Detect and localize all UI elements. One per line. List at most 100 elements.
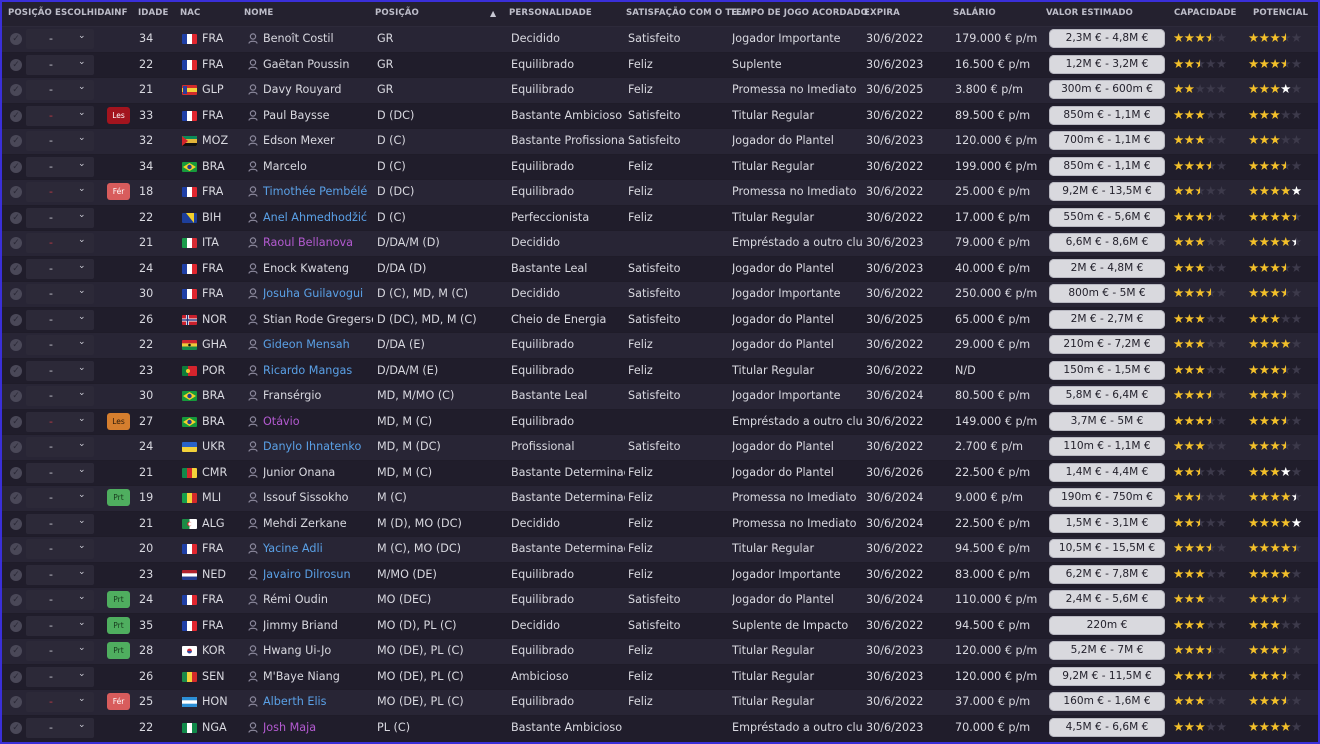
player-row[interactable]: ✓ - ⌄ 22 NGA Josh Maja PL (C) Bastante Ambicios… xyxy=(2,715,1318,741)
status-badge[interactable]: Prt xyxy=(107,591,130,608)
select-checkbox[interactable]: ✓ xyxy=(10,33,22,45)
position-select[interactable]: - ⌄ xyxy=(26,105,94,126)
position-select[interactable]: - ⌄ xyxy=(26,692,94,712)
select-checkbox[interactable]: ✓ xyxy=(10,288,22,300)
player-name[interactable]: Josh Maja xyxy=(263,721,373,734)
status-badge[interactable]: Prt xyxy=(107,489,130,506)
col-capacidade[interactable]: CAPACIDADE xyxy=(1174,8,1236,18)
estimated-value-pill[interactable]: 1,5M € - 3,1M € xyxy=(1049,513,1165,533)
col-salario[interactable]: SALÁRIO xyxy=(953,8,996,18)
player-name[interactable]: Gideon Mensah xyxy=(263,338,373,351)
estimated-value-pill[interactable]: 5,8M € - 6,4M € xyxy=(1049,386,1165,405)
estimated-value-pill[interactable]: 4,5M € - 6,6M € xyxy=(1049,717,1165,737)
player-row[interactable]: ✓ - ⌄ 26 NOR Stian Rode Gregersen D (DC), MD, … xyxy=(2,307,1318,333)
player-row[interactable]: ✓ - ⌄ Les 33 FRA Paul Baysse D (DC) Bastante Amb… xyxy=(2,103,1318,129)
player-name[interactable]: Ricardo Mangas xyxy=(263,364,373,377)
player-name[interactable]: Fransérgio xyxy=(263,389,373,402)
select-checkbox[interactable]: ✓ xyxy=(10,568,22,581)
select-checkbox[interactable]: ✓ xyxy=(10,109,22,122)
select-checkbox[interactable]: ✓ xyxy=(10,313,22,326)
estimated-value-pill[interactable]: 9,2M € - 13,5M € xyxy=(1049,182,1165,201)
col-inf[interactable]: INF xyxy=(111,8,128,18)
player-name[interactable]: Jimmy Briand xyxy=(263,619,373,632)
position-select[interactable]: - ⌄ xyxy=(26,156,94,177)
player-row[interactable]: ✓ - ⌄ Les 27 BRA Otávio MD, M (C) Equilibrado Emp… xyxy=(2,409,1318,435)
player-row[interactable]: ✓ - ⌄ 26 SEN M'Baye Niang MO (DE), PL (C) Ambic… xyxy=(2,664,1318,690)
col-personalidade[interactable]: PERSONALIDADE xyxy=(509,8,592,18)
position-select[interactable]: - ⌄ xyxy=(26,437,94,457)
position-select[interactable]: - ⌄ xyxy=(26,131,94,151)
position-select[interactable]: - ⌄ xyxy=(26,29,94,49)
estimated-value-pill[interactable]: 550m € - 5,6M € xyxy=(1049,207,1165,227)
col-idade[interactable]: IDADE xyxy=(138,8,169,18)
player-name[interactable]: M'Baye Niang xyxy=(263,670,373,683)
player-name[interactable]: Davy Rouyard xyxy=(263,83,373,96)
player-row[interactable]: ✓ - ⌄ 24 FRA Enock Kwateng D/DA (D) Bastante Le… xyxy=(2,256,1318,282)
select-checkbox[interactable]: ✓ xyxy=(10,670,22,683)
player-row[interactable]: ✓ - ⌄ Fér 18 FRA Timothée Pembélé D (DC) Equilib… xyxy=(2,180,1318,205)
estimated-value-pill[interactable]: 150m € - 1,5M € xyxy=(1049,360,1165,380)
select-checkbox[interactable]: ✓ xyxy=(10,58,22,71)
status-badge[interactable]: Fér xyxy=(107,693,130,710)
estimated-value-pill[interactable]: 1,4M € - 4,4M € xyxy=(1049,462,1165,482)
estimated-value-pill[interactable]: 6,6M € - 8,6M € xyxy=(1049,233,1165,252)
player-row[interactable]: ✓ - ⌄ 21 CMR Junior Onana MD, M (C) Bastante De… xyxy=(2,460,1318,486)
player-row[interactable]: ✓ - ⌄ 30 BRA Fransérgio MD, M/MO (C) Bastante L… xyxy=(2,384,1318,409)
col-nac[interactable]: NAC xyxy=(180,8,200,18)
player-name[interactable]: Alberth Elis xyxy=(263,695,373,708)
estimated-value-pill[interactable]: 160m € - 1,6M € xyxy=(1049,692,1165,711)
position-select[interactable]: - ⌄ xyxy=(26,258,94,279)
estimated-value-pill[interactable]: 9,2M € - 11,5M € xyxy=(1049,666,1165,686)
player-name[interactable]: Enock Kwateng xyxy=(263,262,373,275)
select-checkbox[interactable]: ✓ xyxy=(10,645,22,657)
select-checkbox[interactable]: ✓ xyxy=(10,594,22,606)
select-checkbox[interactable]: ✓ xyxy=(10,160,22,173)
select-checkbox[interactable]: ✓ xyxy=(10,364,22,377)
player-name[interactable]: Anel Ahmedhodžić xyxy=(263,211,373,224)
position-select[interactable]: - ⌄ xyxy=(26,615,94,636)
select-checkbox[interactable]: ✓ xyxy=(10,543,22,555)
col-expira[interactable]: EXPIRA xyxy=(864,8,900,18)
estimated-value-pill[interactable]: 210m € - 7,2M € xyxy=(1049,335,1165,354)
player-name[interactable]: Javairo Dilrosun xyxy=(263,568,373,581)
player-name[interactable]: Gaëtan Poussin xyxy=(263,58,373,71)
position-select[interactable]: - ⌄ xyxy=(26,335,94,355)
position-select[interactable]: - ⌄ xyxy=(26,666,94,687)
select-checkbox[interactable]: ✓ xyxy=(10,441,22,453)
position-select[interactable]: - ⌄ xyxy=(26,539,94,559)
position-select[interactable]: - ⌄ xyxy=(26,513,94,534)
position-select[interactable]: - ⌄ xyxy=(26,80,94,100)
select-checkbox[interactable]: ✓ xyxy=(10,466,22,479)
player-row[interactable]: ✓ - ⌄ 34 BRA Marcelo D (C) Equilibrado Feliz Titu… xyxy=(2,154,1318,180)
position-select[interactable]: - ⌄ xyxy=(26,462,94,483)
select-checkbox[interactable]: ✓ xyxy=(10,262,22,275)
select-checkbox[interactable]: ✓ xyxy=(10,84,22,96)
estimated-value-pill[interactable]: 850m € - 1,1M € xyxy=(1049,156,1165,176)
status-badge[interactable]: Les xyxy=(107,412,130,430)
player-row[interactable]: ✓ - ⌄ 20 FRA Yacine Adli M (C), MO (DC) Bastant… xyxy=(2,537,1318,562)
player-name[interactable]: Rémi Oudin xyxy=(263,593,373,606)
estimated-value-pill[interactable]: 700m € - 1,1M € xyxy=(1049,131,1165,150)
select-checkbox[interactable]: ✓ xyxy=(10,696,22,708)
estimated-value-pill[interactable]: 6,2M € - 7,8M € xyxy=(1049,564,1165,584)
player-name[interactable]: Issouf Sissokho xyxy=(263,491,373,504)
position-select[interactable]: - ⌄ xyxy=(26,386,94,406)
col-nome[interactable]: NOME xyxy=(244,8,273,18)
player-row[interactable]: ✓ - ⌄ 22 FRA Gaëtan Poussin GR Equilibrado Feliz… xyxy=(2,52,1318,78)
position-select[interactable]: - ⌄ xyxy=(26,182,94,202)
position-select[interactable]: - ⌄ xyxy=(26,309,94,330)
estimated-value-pill[interactable]: 220m € xyxy=(1049,615,1165,635)
col-potencial[interactable]: POTENCIAL xyxy=(1253,8,1308,18)
col-posicao-escolhida[interactable]: POSIÇÃO ESCOLHIDA xyxy=(8,8,111,18)
position-select[interactable]: - ⌄ xyxy=(26,233,94,253)
select-checkbox[interactable]: ✓ xyxy=(10,135,22,147)
estimated-value-pill[interactable]: 2M € - 4,8M € xyxy=(1049,258,1165,278)
player-name[interactable]: Paul Baysse xyxy=(263,109,373,122)
player-row[interactable]: ✓ - ⌄ 21 ALG Mehdi Zerkane M (D), MO (DC) Decid… xyxy=(2,511,1318,537)
position-select[interactable]: - ⌄ xyxy=(26,590,94,610)
select-checkbox[interactable]: ✓ xyxy=(10,186,22,198)
player-name[interactable]: Danylo Ihnatenko xyxy=(263,440,373,453)
player-row[interactable]: ✓ - ⌄ 23 NED Javairo Dilrosun M/MO (DE) Equilib… xyxy=(2,562,1318,588)
position-select[interactable]: - ⌄ xyxy=(26,641,94,661)
position-select[interactable]: - ⌄ xyxy=(26,411,94,432)
